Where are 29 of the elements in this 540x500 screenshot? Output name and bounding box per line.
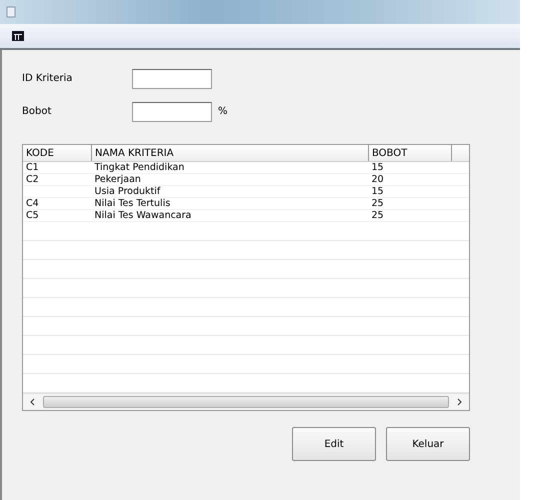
column-header[interactable]: BOBOT xyxy=(368,145,452,162)
dialog-button[interactable]: Edit xyxy=(292,427,376,461)
table-cell: 15 xyxy=(368,186,452,198)
table-cell: 15 xyxy=(368,162,452,174)
field-label: Bobot xyxy=(22,106,52,117)
table-cell: C2 xyxy=(23,174,92,186)
table-cell: 25 xyxy=(368,198,452,210)
scroll-left-icon[interactable] xyxy=(29,398,37,406)
field-label: ID Kriteria xyxy=(22,73,74,84)
table-cell: Pekerjaan xyxy=(92,174,368,186)
table-cell: Nilai Tes Wawancara xyxy=(92,210,368,222)
column-header[interactable]: KODE xyxy=(23,145,92,162)
table-cell: C5 xyxy=(23,210,92,222)
table-cell: 20 xyxy=(368,174,452,186)
input-field[interactable] xyxy=(132,102,212,122)
unit-label: % xyxy=(218,106,228,117)
table-cell: 25 xyxy=(368,210,452,222)
table-cell: Usia Produktif xyxy=(92,186,368,198)
table-cell: C1 xyxy=(23,162,92,174)
dialog-button[interactable]: Keluar xyxy=(386,427,470,461)
horizontal-scrollbar[interactable] xyxy=(23,393,469,410)
input-field[interactable] xyxy=(132,68,212,88)
form-icon xyxy=(12,31,24,41)
table-cell: Tingkat Pendidikan xyxy=(92,162,368,174)
column-header[interactable]: NAMA KRITERIA xyxy=(92,145,368,162)
scroll-right-icon[interactable] xyxy=(455,398,463,406)
table-cell: Nilai Tes Tertulis xyxy=(92,198,368,210)
window-icon xyxy=(6,6,16,18)
table-cell: C4 xyxy=(23,198,92,210)
